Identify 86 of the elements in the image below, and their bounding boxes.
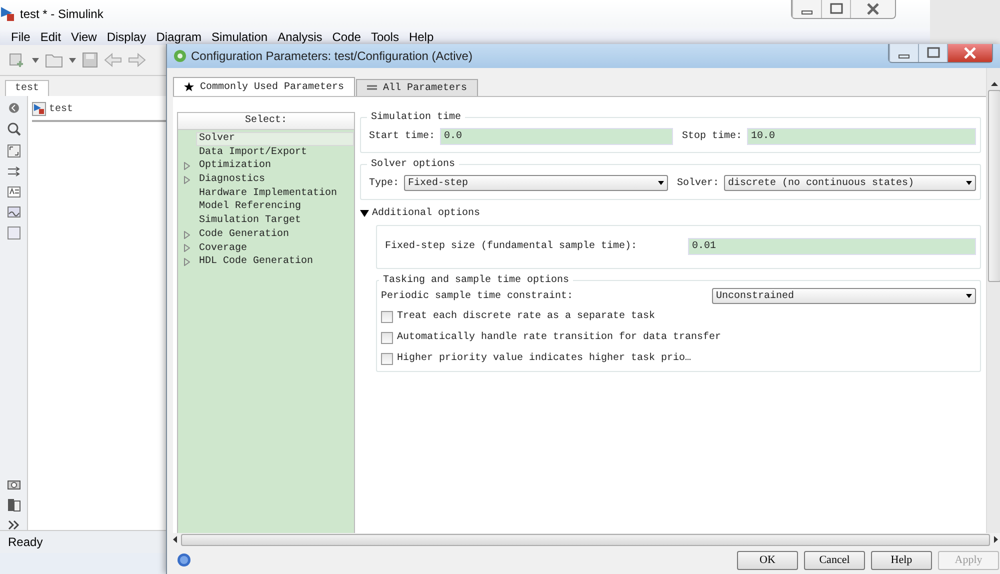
expand-triangle-icon[interactable] (184, 244, 190, 252)
image-icon[interactable] (6, 206, 20, 218)
annotation-icon[interactable] (6, 186, 20, 198)
menu-item[interactable]: Tools (366, 30, 404, 44)
breadcrumb-link[interactable]: test (49, 104, 74, 114)
scroll-up-icon (990, 82, 998, 86)
expand-triangle-icon[interactable] (184, 176, 190, 184)
tree-item[interactable]: Solver (196, 132, 354, 146)
tree-item[interactable]: HDL Code Generation (196, 255, 354, 269)
scroll-right-icon[interactable] (994, 536, 998, 543)
start-time-field[interactable]: 0.0 (440, 128, 674, 144)
field-label: Type: (369, 178, 400, 188)
save-icon[interactable] (82, 52, 98, 68)
star-icon (184, 82, 194, 92)
checkbox[interactable] (381, 352, 393, 364)
tree-item[interactable]: Code Generation (196, 228, 354, 242)
zoom-icon[interactable] (6, 122, 20, 136)
tab[interactable]: All Parameters (356, 79, 478, 96)
tree-header: Select: (178, 113, 354, 130)
status-text: Ready (8, 535, 43, 549)
checkbox-label: Treat each discrete rate as a separate task (397, 311, 656, 322)
model-icon[interactable] (32, 102, 46, 116)
camera-icon[interactable] (6, 478, 20, 490)
dropdown-caret-icon (966, 181, 972, 185)
vertical-scrollbar[interactable] (986, 68, 1000, 533)
field-label: Periodic sample time constraint: (381, 290, 574, 302)
tree-item[interactable]: Optimization (196, 159, 354, 174)
chevron-icon[interactable] (8, 520, 20, 530)
checkbox[interactable] (381, 332, 393, 344)
constraint-dropdown[interactable]: Unconstrained (712, 288, 976, 304)
dialog-button[interactable]: Cancel (804, 550, 865, 570)
checkbox-label: Automatically handle rate transition for data transfer (397, 332, 722, 343)
section-title: Solver options (370, 159, 456, 170)
menu-item[interactable]: Code (327, 30, 366, 44)
dropdown-caret-icon (966, 294, 972, 298)
section-title: Simulation time (370, 112, 462, 123)
tab[interactable]: Commonly Used Parameters (173, 77, 356, 96)
collapsible-header[interactable]: Additional options (360, 208, 981, 219)
menu-item[interactable]: Display (102, 30, 152, 44)
expand-triangle-icon[interactable] (184, 258, 190, 266)
field-label: Fixed-step size (fundamental sample time): (385, 240, 638, 252)
menu-item[interactable]: Diagram (151, 30, 207, 44)
simulink-logo-icon (0, 5, 16, 23)
tree-item[interactable]: Diagnostics (196, 173, 354, 187)
arrows-icon[interactable] (6, 166, 20, 178)
solver-dropdown[interactable]: discrete (no continuous states) (724, 175, 976, 191)
menu-item[interactable]: Analysis (272, 30, 328, 44)
type-dropdown[interactable]: Fixed-step (404, 175, 668, 191)
tree-item[interactable]: Simulation Target (196, 214, 354, 228)
tree-item[interactable]: Hardware Implementation (196, 186, 354, 200)
tree-item[interactable]: Data Import/Export (196, 146, 354, 160)
model-tab[interactable]: test (5, 80, 50, 96)
menu-item[interactable]: File (6, 30, 36, 44)
menu-item[interactable]: Simulation (206, 30, 273, 44)
window-title: test * - Simulink (20, 7, 104, 21)
menu-item[interactable]: Help (404, 30, 439, 44)
folder-icon[interactable] (45, 52, 63, 68)
stop-time-field[interactable]: 10.0 (747, 128, 976, 144)
menu-item[interactable]: View (66, 30, 102, 44)
fixed-step-field[interactable]: 0.01 (688, 238, 976, 254)
horizontal-scrollbar-thumb[interactable] (181, 534, 990, 546)
tree-item[interactable]: Coverage (196, 242, 354, 256)
scroll-left-icon[interactable] (173, 536, 177, 543)
menu-item[interactable]: Edit (35, 30, 66, 44)
checkbox[interactable] (381, 310, 393, 322)
checkbox-label: Higher priority value indicates higher task prio… (397, 353, 692, 364)
dropdown-caret-icon[interactable] (32, 58, 39, 62)
dropdown-caret-icon[interactable] (69, 58, 76, 62)
hide-browser-icon[interactable] (8, 102, 20, 114)
window-title: Configuration Parameters: test/Configuration (Active) (191, 49, 472, 63)
field-label: Stop time: (682, 130, 742, 142)
tree-item[interactable]: Model Referencing (196, 200, 354, 214)
field-label: Start time: (369, 130, 436, 142)
dialog-button[interactable]: OK (737, 550, 798, 570)
dropdown-caret-icon (658, 181, 664, 185)
area-icon[interactable] (6, 226, 20, 240)
expand-triangle-icon[interactable] (184, 162, 190, 170)
list-icon (367, 83, 378, 93)
field-label: Solver: (677, 178, 720, 188)
section-title: Tasking and sample time options (382, 275, 570, 286)
close-icon[interactable] (947, 44, 992, 62)
fit-view-icon[interactable] (6, 144, 20, 158)
new-model-icon[interactable] (8, 51, 26, 69)
expand-triangle-icon[interactable] (184, 230, 190, 239)
report-icon[interactable] (6, 498, 20, 512)
dialog-button[interactable]: Help (871, 550, 932, 570)
